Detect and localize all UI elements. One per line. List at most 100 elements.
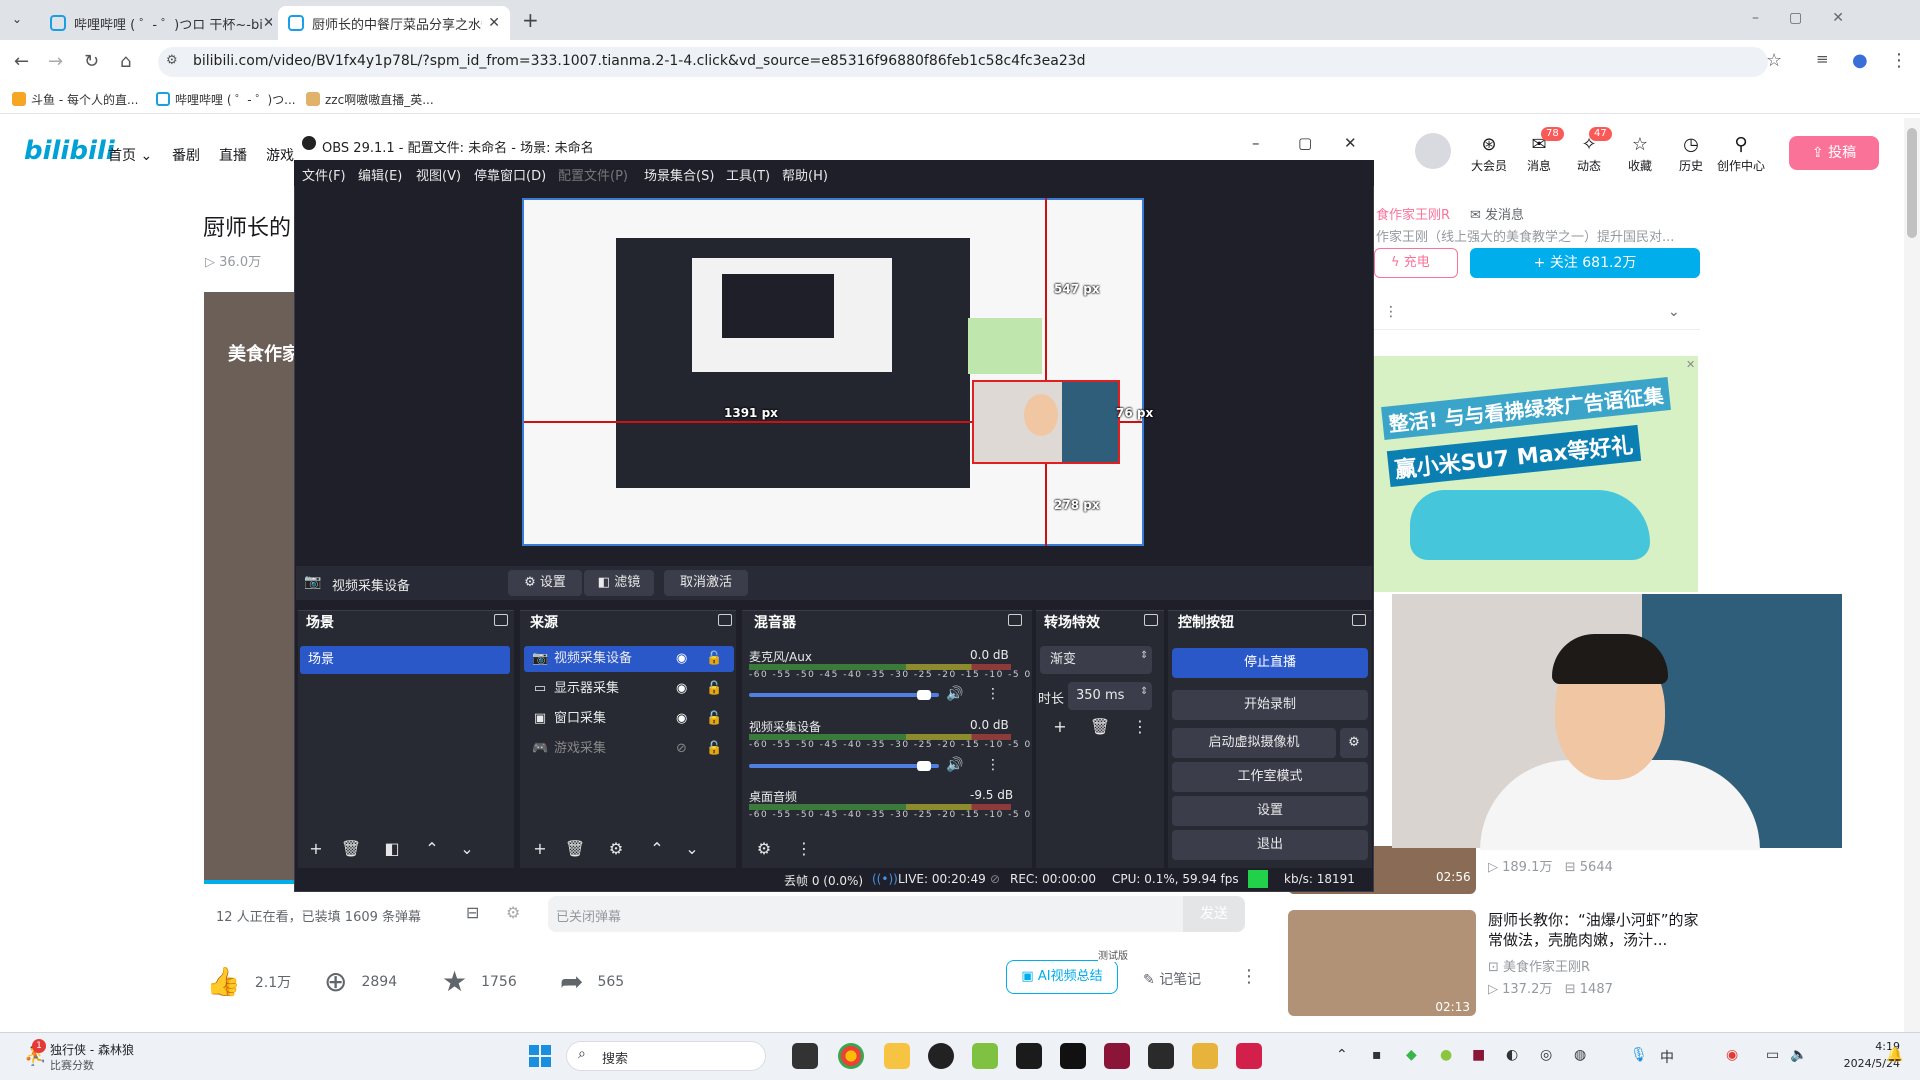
rec-author[interactable]: ⊡ 美食作家王刚R [1488,956,1590,975]
source-row[interactable]: 📷 视频采集设备 ◉ 🔓 [524,646,734,672]
video-player[interactable] [204,292,296,882]
studio-mode-button[interactable]: 工作室模式 [1172,762,1368,792]
favorite-button[interactable]: ★ 1756 [442,965,517,998]
app-icon[interactable] [1060,1043,1086,1069]
transition-menu-icon[interactable]: ⋮ [1128,716,1152,738]
source-row[interactable]: ▭ 显示器采集 ◉ 🔓 [524,676,734,702]
nav-anime[interactable]: 番剧 [172,145,200,165]
menu-profile[interactable]: 配置文件(P) [558,165,628,184]
add-icon[interactable]: + [528,838,552,860]
move-down-icon[interactable]: ⌄ [455,838,479,860]
filter-icon[interactable]: ◧ [380,838,404,860]
collapsed-panel[interactable] [1374,298,1700,330]
menu-edit[interactable]: 编辑(E) [358,165,402,184]
settings-button[interactable]: 设置 [1172,796,1368,826]
menu-docks[interactable]: 停靠窗口(D) [474,165,546,184]
bookmark-bilibili[interactable]: 哔哩哔哩 ( ゜- ゜)つ... [156,91,296,108]
scene-item[interactable]: 场景 [300,646,510,674]
add-icon[interactable]: + [1048,716,1072,738]
speaker-icon[interactable]: 🔊 [946,686,963,702]
danmaku-toggle-icon[interactable]: ⊟ [466,903,479,922]
tray-app-icon[interactable]: ◍ [1574,1047,1586,1063]
virtual-camera-button[interactable]: 启动虚拟摄像机 [1172,728,1336,758]
taskbar-search[interactable] [566,1041,766,1071]
creator-center-button[interactable]: ⚲ 创作中心 [1716,135,1766,174]
danmaku-settings-icon[interactable]: ⚙ [506,903,520,922]
window-controls[interactable]: –▢✕ [1752,10,1874,26]
virtual-camera-settings-button[interactable]: ⚙ [1340,728,1368,758]
app-icon[interactable] [1016,1043,1042,1069]
add-icon[interactable]: + [304,838,328,860]
trash-icon[interactable]: 🗑 [563,838,587,860]
app-icon[interactable] [972,1043,998,1069]
app-icon[interactable] [1104,1043,1130,1069]
volume-knob[interactable] [916,690,931,700]
source-settings-button[interactable]: ⚙ 设置 [508,570,582,596]
notes-button[interactable]: ✎ 记笔记 [1143,969,1201,989]
gear-icon[interactable]: ⚙ [604,838,628,860]
tab-list-chevron-icon[interactable]: ⌄ [12,12,22,26]
tray-app-icon[interactable]: ■ [1472,1047,1485,1063]
tray-app-icon[interactable]: ● [1440,1047,1452,1063]
tab-video[interactable]: 厨师长的中餐厅菜品分享之水煮 ✕ [278,6,510,40]
start-recording-button[interactable]: 开始录制 [1172,690,1368,720]
profile-icon[interactable]: ● [1852,50,1868,71]
media-control-icon[interactable]: ≡ [1816,50,1829,68]
volume-slider[interactable] [749,764,939,768]
volume-knob[interactable] [916,761,931,771]
tab-close-icon[interactable]: ✕ [488,15,500,31]
bookmark-zzc[interactable]: zzc啊嗷嗷直播_英... [306,91,434,108]
url-text[interactable]: bilibili.com/video/BV1fx4y1p78L/?spm_id_… [193,53,1086,69]
uploader-name[interactable]: 食作家王刚R [1376,204,1450,223]
notifications-icon[interactable]: 🔔 [1886,1047,1903,1063]
vip-button[interactable]: ⊛ 大会员 [1464,135,1514,174]
news-title[interactable]: 独行侠 - 森林狼 [50,1041,134,1058]
nav-home[interactable]: 首页 ⌄ [108,145,152,165]
task-view-icon[interactable] [792,1043,818,1069]
site-info-icon[interactable]: ⚙ [166,53,178,68]
tab-bilibili-home[interactable]: 哔哩哔哩 ( ゜- ゜)つロ 干杯~-bi ✕ [40,6,272,40]
tab-close-icon[interactable]: ✕ [263,15,272,31]
bookmark-star-icon[interactable]: ☆ [1766,50,1782,71]
share-button[interactable]: ➦ 565 [560,965,624,998]
charge-button[interactable]: ϟ 充电 [1374,248,1458,278]
stop-streaming-button[interactable]: 停止直播 [1172,648,1368,678]
obs-taskbar-icon[interactable] [928,1043,954,1069]
home-icon[interactable]: ⌂ [120,51,131,72]
upload-button[interactable]: ⇪ 投稿 [1789,136,1879,170]
mixer-settings-icon[interactable]: ⚙ [752,838,776,860]
follow-button[interactable]: + 关注 681.2万 [1470,248,1700,278]
scrollbar-thumb[interactable] [1907,128,1917,238]
menu-view[interactable]: 视图(V) [416,165,461,184]
move-up-icon[interactable]: ⌃ [420,838,444,860]
danmaku-input[interactable] [548,896,1244,932]
maximize-icon[interactable]: ▢ [1298,134,1312,152]
tray-expand-icon[interactable]: ⌃ [1336,1047,1348,1063]
tray-app-icon[interactable]: ◐ [1506,1047,1518,1063]
app-icon[interactable] [1192,1043,1218,1069]
like-button[interactable]: 👍 2.1万 [206,965,291,998]
menu-scene-collection[interactable]: 场景集合(S) [644,165,714,184]
forward-icon[interactable]: → [48,51,63,72]
menu-tools[interactable]: 工具(T) [726,165,770,184]
nav-live[interactable]: 直播 [219,145,247,165]
favorites-button[interactable]: ☆ 收藏 [1615,135,1665,174]
exit-button[interactable]: 退出 [1172,830,1368,860]
page-scrollbar[interactable] [1904,118,1920,1032]
dock-undock-icon[interactable] [1008,614,1022,626]
user-avatar[interactable] [1415,133,1451,169]
channel-menu-icon[interactable]: ⋮ [986,686,1000,702]
app-icon[interactable] [1236,1043,1262,1069]
menu-help[interactable]: 帮助(H) [782,165,828,184]
bilibili-logo[interactable]: bilibili [24,136,115,166]
history-button[interactable]: ◷ 历史 [1666,135,1716,174]
more-icon[interactable]: ⋮ [1240,966,1258,987]
selection-box[interactable] [972,380,1120,464]
trash-icon[interactable]: 🗑 [1088,716,1112,738]
move-up-icon[interactable]: ⌃ [645,838,669,860]
stepper-icon[interactable]: ⇕ [1140,686,1148,697]
speaker-icon[interactable]: 🔊 [946,757,963,773]
tray-app-icon[interactable]: ◎ [1540,1047,1552,1063]
reload-icon[interactable]: ↻ [84,51,99,72]
back-icon[interactable]: ← [14,51,29,72]
